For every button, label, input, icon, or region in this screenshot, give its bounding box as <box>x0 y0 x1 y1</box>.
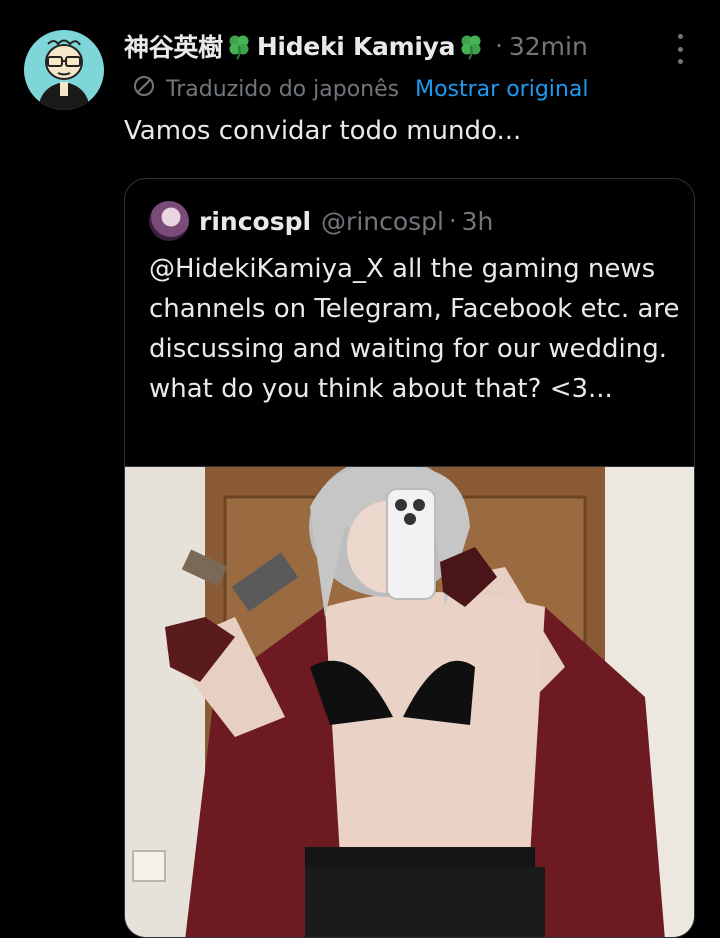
separator-dot: · <box>495 32 503 60</box>
tweet-text: Vamos convidar todo mundo... <box>124 116 522 146</box>
more-options-icon[interactable] <box>668 34 692 64</box>
quoted-tweet[interactable]: rincospl @rincospl · 3h @HidekiKamiya_X … <box>124 178 695 938</box>
tweet-timestamp[interactable]: 32min <box>509 32 588 61</box>
translation-label: Traduzido do japonês <box>166 76 400 102</box>
tweet-header: 神谷英樹 Hideki Kamiya · 32min <box>124 26 588 66</box>
quoted-author-avatar[interactable] <box>149 201 189 241</box>
separator-dot: · <box>449 207 457 235</box>
quoted-tweet-header: rincospl @rincospl · 3h <box>149 201 493 241</box>
author-avatar[interactable] <box>24 30 104 110</box>
quoted-tweet-photo[interactable] <box>125 466 694 937</box>
translation-row: Traduzido do japonês Mostrar original <box>132 72 588 106</box>
quoted-author-handle[interactable]: @rincospl <box>321 207 444 236</box>
four-leaf-clover-icon <box>457 32 485 60</box>
quoted-author-name[interactable]: rincospl <box>199 207 311 236</box>
tweet[interactable]: 神谷英樹 Hideki Kamiya · 32min Traduzido do … <box>0 0 720 938</box>
author-name-jp[interactable]: 神谷英樹 <box>124 28 223 64</box>
translate-icon <box>132 74 156 104</box>
quoted-tweet-text: @HidekiKamiya_X all the gaming news chan… <box>149 254 680 404</box>
author-name-en[interactable]: Hideki Kamiya <box>257 32 456 61</box>
show-original-link[interactable]: Mostrar original <box>415 77 588 102</box>
four-leaf-clover-icon <box>225 32 253 60</box>
quoted-tweet-timestamp[interactable]: 3h <box>462 207 494 236</box>
